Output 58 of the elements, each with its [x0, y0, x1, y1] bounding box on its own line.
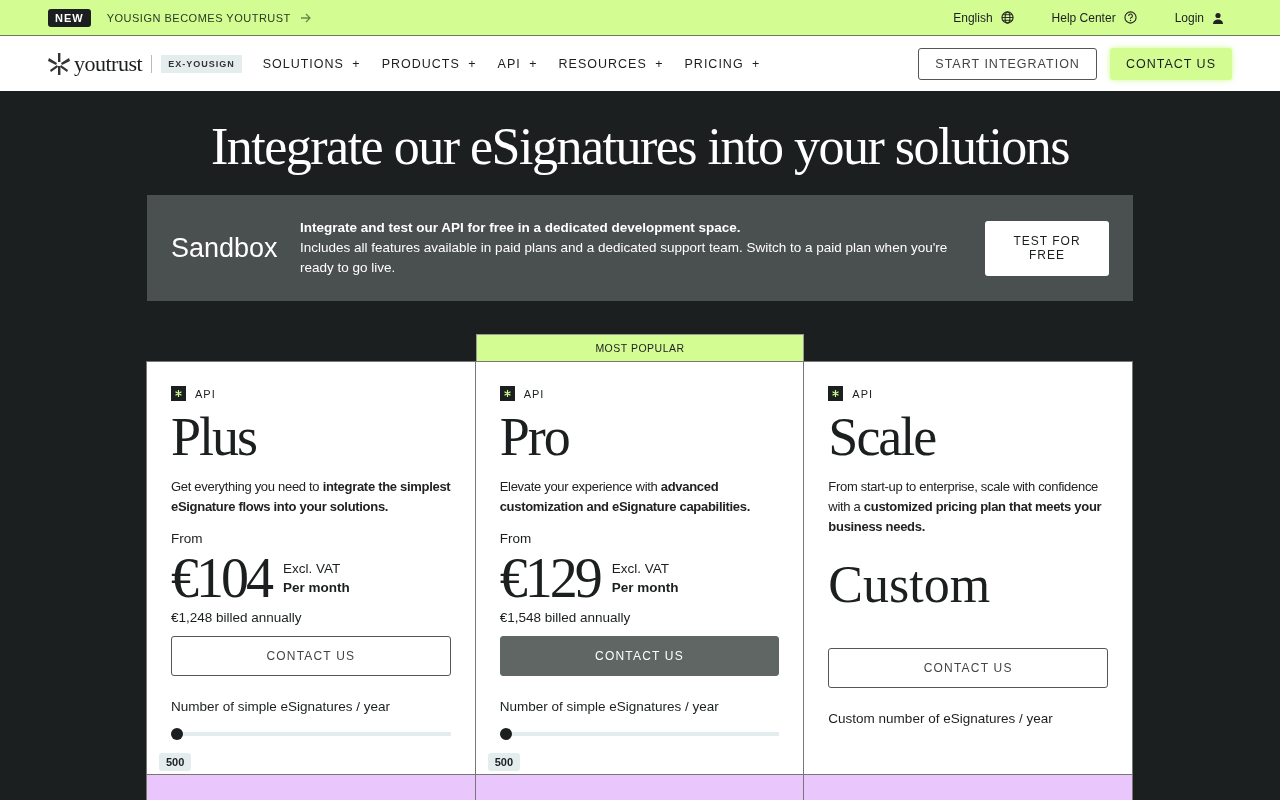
billing-period: Per month [611, 579, 679, 597]
plan-description: Elevate your experience with advanced customization and eSignature capabilities. [499, 478, 752, 516]
slider-value: 500 [159, 753, 192, 771]
new-badge: NEW [48, 8, 91, 27]
nav-menu-item[interactable]: PRICING + [684, 56, 761, 71]
asterisk-icon [171, 386, 186, 401]
test-button[interactable]: TEST FOR FREE [985, 220, 1109, 276]
sandbox-description: Includes all features available in paid plans and a dedicated support team. Switch to a paid plan when you're ready to go live. [300, 239, 949, 277]
category-label: API [195, 387, 216, 400]
help-icon [1123, 11, 1137, 24]
asterisk-icon [499, 386, 515, 401]
annual-price: €1,548 billed annually [499, 610, 632, 625]
slider-thumb[interactable] [171, 728, 183, 740]
arrow-right-icon [299, 12, 312, 23]
slider-value: 500 [487, 753, 521, 771]
top-link[interactable]: Login [1174, 10, 1224, 25]
from-label: From [499, 531, 533, 546]
top-link[interactable]: Help Center [1051, 10, 1137, 25]
plan-description: Get everything you need to integrate the simplest eSignature flows into your solutions. [171, 478, 451, 516]
logo-icon[interactable] [48, 51, 70, 76]
top-link[interactable]: English [953, 10, 1014, 25]
logo-wordmark[interactable]: youtrust [74, 50, 143, 77]
tax-note: Excl. VAT [283, 560, 342, 578]
quota-label: Custom number of eSignatures / year [828, 711, 1054, 726]
category-label: API [852, 387, 874, 400]
quota-label: Number of simple eSignatures / year [171, 699, 392, 714]
popular-ribbon: MOST POPULAR [475, 334, 805, 361]
plan-name: Scale [828, 407, 937, 467]
sandbox-title: Sandbox [171, 232, 279, 264]
category-label: API [523, 387, 545, 400]
plan-price: €104 [171, 550, 271, 606]
user-icon [1212, 11, 1224, 24]
nav-menu-item[interactable]: API + [497, 56, 538, 71]
nav-menu-item[interactable]: SOLUTIONS + [262, 56, 361, 71]
quota-label: Number of simple eSignatures / year [499, 699, 720, 714]
billing-period: Per month [283, 579, 350, 597]
sandbox-lead: Integrate and test our API for free in a dedicated development space. [300, 219, 742, 237]
announcement-link[interactable]: YOUSIGN BECOMES YOUTRUST [106, 11, 291, 24]
contact-button[interactable]: CONTACT US [499, 636, 780, 676]
plan-description: From start-up to enterprise, scale with confidence with a customized pricing plan that meets your business needs. [828, 478, 1103, 536]
plan-name: Plus [171, 407, 258, 467]
brand-tag: EX-YOUSIGN [161, 54, 242, 73]
nav-menu-item[interactable]: RESOURCES + [558, 56, 664, 71]
contact-button[interactable]: CONTACT US [828, 648, 1108, 688]
integration-button[interactable]: START INTEGRATION [918, 47, 1097, 80]
nav-menu-item[interactable]: PRODUCTS + [381, 56, 477, 71]
slider-thumb[interactable] [499, 728, 512, 740]
plan-price: Custom [828, 555, 992, 615]
contact-button[interactable]: CONTACT US [1109, 47, 1232, 80]
contact-button[interactable]: CONTACT US [171, 636, 451, 676]
plan-price: €129 [499, 550, 600, 606]
from-label: From [171, 531, 204, 546]
asterisk-icon [828, 386, 844, 401]
tax-note: Excl. VAT [611, 560, 670, 578]
plan-name: Pro [499, 407, 570, 467]
page-title: Integrate our eSignatures into your solutions [209, 117, 1071, 177]
annual-price: €1,248 billed annually [171, 610, 303, 625]
globe-icon [1000, 11, 1014, 24]
